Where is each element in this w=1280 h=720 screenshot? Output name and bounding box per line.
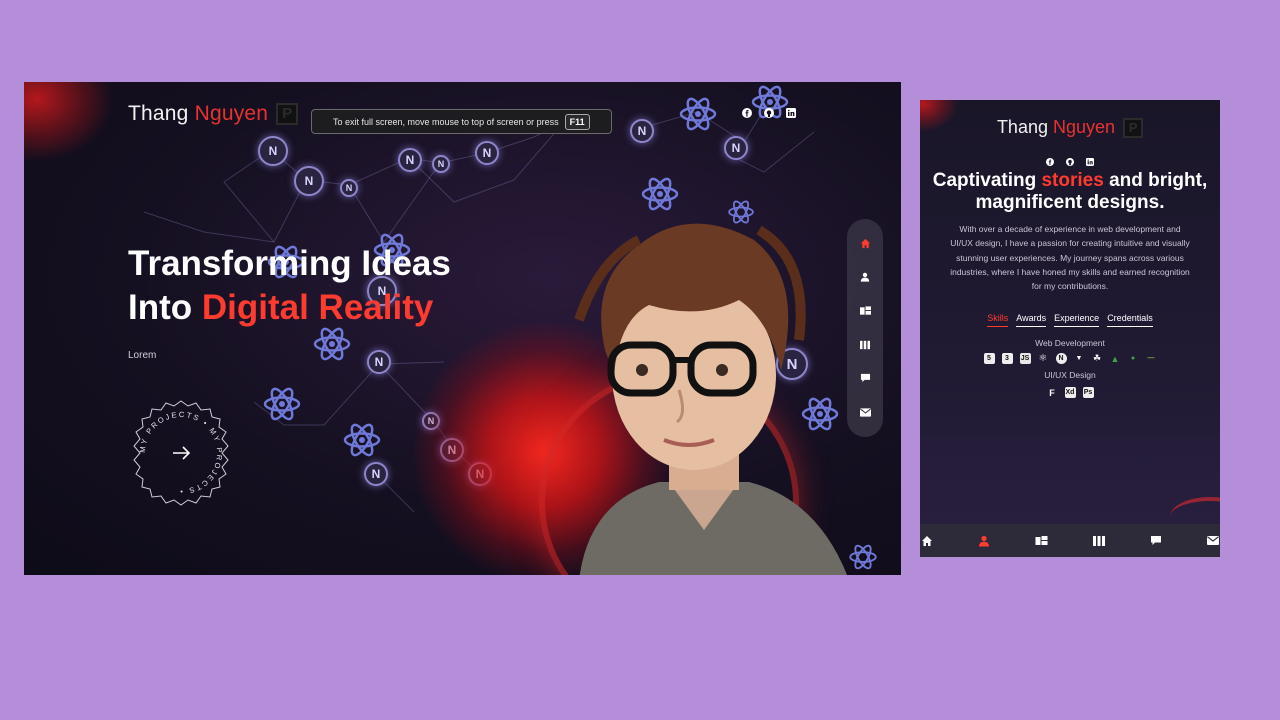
chat-icon[interactable]	[858, 371, 872, 385]
react-icon	[679, 97, 717, 131]
hero-subtitle: Lorem	[128, 350, 157, 361]
headline-pre: Captivating	[932, 170, 1037, 191]
nextjs-icon: N	[475, 141, 499, 165]
photoshop-icon: Ps	[1082, 387, 1094, 398]
hero-line-2: Into Digital Reality	[128, 286, 548, 330]
user-icon[interactable]	[977, 534, 991, 548]
social-links	[742, 108, 796, 118]
headline-red: stories	[1041, 170, 1104, 191]
linkedin-icon[interactable]	[786, 108, 796, 118]
tab-awards[interactable]: Awards	[1016, 313, 1047, 327]
react-icon	[263, 387, 301, 421]
columns-icon[interactable]	[858, 338, 872, 352]
about-headline: Captivating stories and bright, magnific…	[920, 170, 1220, 214]
brand-logo[interactable]: Thang Nguyen P	[128, 102, 299, 126]
mongodb-icon: ▲	[1110, 353, 1120, 364]
brand-logo[interactable]: Thang Nguyen P	[920, 117, 1220, 139]
social-links	[920, 153, 1220, 171]
about-paragraph: With over a decade of experience in web …	[950, 224, 1190, 292]
projects-icon[interactable]	[1034, 534, 1048, 548]
gsap-icon: —	[1147, 355, 1155, 362]
desktop-preview: N N N N N N N N N N N N N N N Thang Nguy…	[24, 82, 901, 575]
nextjs-icon: N	[258, 136, 288, 166]
about-tabs: Skills Awards Experience Credentials	[920, 313, 1220, 327]
redux-icon: ☘	[1092, 353, 1102, 363]
nextjs-icon: N	[340, 179, 358, 197]
uiux-design-title: UI/UX Design	[1044, 370, 1096, 380]
uiux-skill-icons: F Xd Ps	[920, 387, 1220, 398]
home-icon[interactable]	[858, 237, 872, 251]
react-icon	[343, 423, 381, 457]
mobile-preview: Thang Nguyen P Captivating stories and br…	[920, 100, 1220, 557]
nextjs-icon: N	[294, 166, 324, 196]
framer-icon: ▼	[1075, 355, 1083, 362]
facebook-icon[interactable]	[742, 108, 752, 118]
user-icon[interactable]	[858, 270, 872, 284]
html5-icon: 5	[983, 353, 995, 364]
headline-line-1: Captivating stories and bright,	[920, 170, 1220, 192]
web-development-title: Web Development	[1035, 338, 1105, 348]
hero-line-2-red: Digital Reality	[201, 288, 434, 327]
columns-icon[interactable]	[1092, 534, 1106, 548]
side-navigation	[847, 219, 883, 437]
figma-icon: F	[1049, 387, 1055, 398]
xd-icon: Xd	[1064, 387, 1076, 398]
bottom-navigation	[920, 524, 1220, 557]
arrow-right-icon	[173, 446, 191, 460]
brand-first-name: Thang	[128, 102, 189, 125]
fullscreen-tip-text: To exit full screen, move mouse to top o…	[333, 116, 559, 127]
chat-icon[interactable]	[1149, 534, 1163, 548]
github-icon[interactable]	[1066, 153, 1074, 171]
nextjs-icon: N	[398, 148, 422, 172]
brand-last-name: Nguyen	[1053, 117, 1116, 137]
web-skill-icons: 5 3 JS ⚛ N ▼ ☘ ▲ ● —	[920, 353, 1220, 364]
hero-line-2-white: Into	[128, 288, 193, 327]
javascript-icon: JS	[1019, 353, 1031, 364]
tab-experience[interactable]: Experience	[1054, 313, 1100, 327]
nextjs-icon: N	[1055, 353, 1067, 364]
css3-icon: 3	[1001, 353, 1013, 364]
nodejs-icon: ●	[1130, 355, 1136, 362]
brand-first-name: Thang	[996, 117, 1048, 137]
brand-mark: P	[276, 103, 299, 126]
projects-icon[interactable]	[858, 304, 872, 318]
nextjs-icon: N	[724, 136, 748, 160]
f11-key: F11	[564, 113, 590, 130]
portrait-illustration	[574, 223, 847, 575]
home-icon[interactable]	[920, 534, 934, 548]
github-icon[interactable]	[764, 108, 774, 118]
tab-skills[interactable]: Skills	[987, 313, 1009, 327]
tab-credentials[interactable]: Credentials	[1107, 313, 1153, 327]
hero-line-1: Transforming Ideas	[128, 244, 451, 283]
hero-title: Transforming Ideas Into Digital Reality	[128, 242, 548, 330]
facebook-icon[interactable]	[1046, 153, 1054, 171]
brand-last-name: Nguyen	[194, 102, 269, 125]
brand-mark: P	[1123, 118, 1144, 139]
mail-icon[interactable]	[858, 405, 872, 419]
linkedin-icon[interactable]	[1086, 153, 1094, 171]
headline-post: and bright,	[1109, 170, 1208, 191]
react-icon: ⚛	[1038, 353, 1048, 364]
headline-line-2: magnificent designs.	[975, 192, 1165, 213]
my-projects-button[interactable]: MY PROJECTS • MY PROJECTS •	[128, 400, 234, 506]
nextjs-icon: N	[432, 155, 450, 173]
fullscreen-exit-tip: To exit full screen, move mouse to top o…	[311, 109, 612, 134]
nextjs-icon: N	[630, 119, 654, 143]
nextjs-icon: N	[367, 350, 391, 374]
mail-icon[interactable]	[1206, 534, 1220, 548]
nextjs-icon: N	[364, 462, 388, 486]
react-icon	[313, 327, 351, 361]
